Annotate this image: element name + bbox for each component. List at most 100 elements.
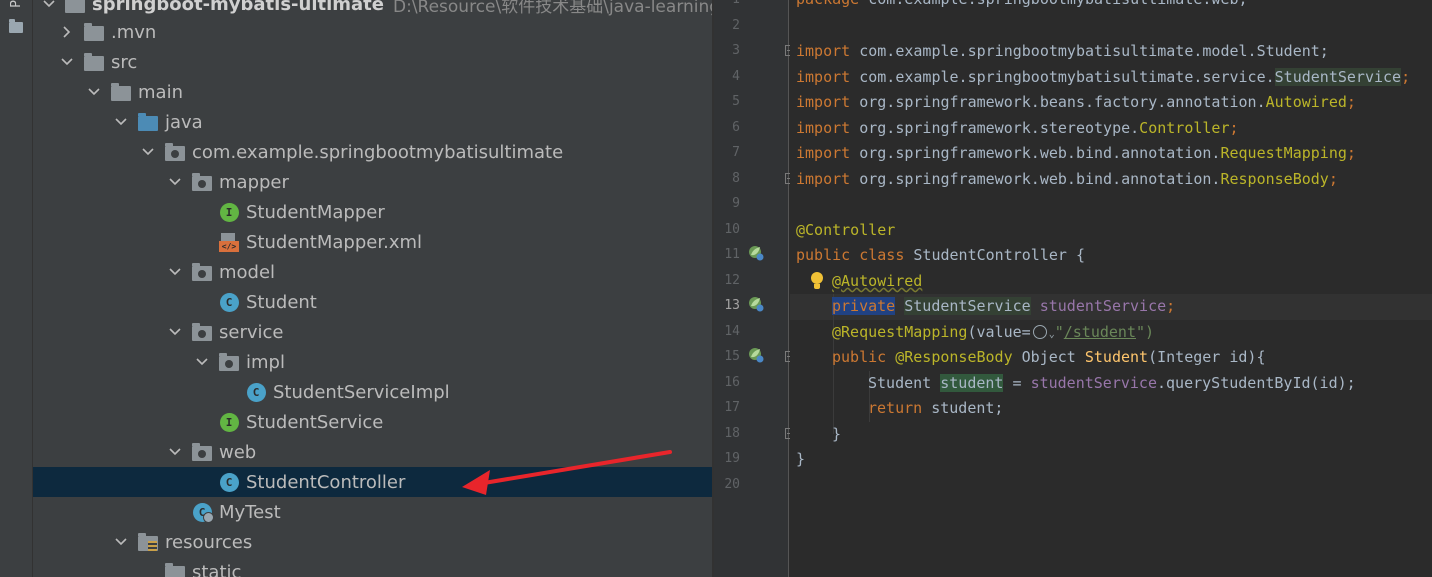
chevron-right-icon[interactable]	[60, 25, 74, 39]
tree-item[interactable]: com.example.springbootmybatisultimate	[33, 137, 713, 167]
tree-item[interactable]: C StudentServiceImpl	[33, 377, 713, 407]
source-folder-icon	[138, 112, 158, 132]
chevron-down-icon[interactable]	[43, 0, 55, 11]
code-line-14[interactable]: @RequestMapping(value= ⌄"/student")	[832, 320, 1154, 346]
tree-item[interactable]: StudentMapper.xml	[33, 227, 713, 257]
tree-item-label: com.example.springbootmybatisultimate	[192, 141, 564, 163]
line-number: 13	[724, 298, 740, 313]
line-number: 11	[724, 247, 740, 262]
resources-folder-icon	[138, 532, 158, 552]
package-icon	[192, 322, 212, 342]
package-icon	[192, 262, 212, 282]
spring-autowired-icon[interactable]	[748, 296, 764, 312]
lightbulb-icon[interactable]	[810, 272, 824, 290]
code-line-6[interactable]: import org.springframework.stereotype.Co…	[796, 116, 1239, 142]
tree-item-label: mapper	[219, 171, 289, 193]
code-line-18[interactable]: }	[832, 422, 841, 448]
tree-item[interactable]: service	[33, 317, 713, 347]
chevron-down-icon[interactable]	[195, 355, 209, 369]
code-line-8[interactable]: import org.springframework.web.bind.anno…	[796, 167, 1338, 193]
line-number: 3	[732, 43, 740, 58]
chevron-down-icon[interactable]	[168, 265, 182, 279]
code-line-1[interactable]: package com.example.springbootmybatisult…	[796, 0, 1248, 13]
tree-item[interactable]: web	[33, 437, 713, 467]
tree-item-label: StudentService	[246, 411, 384, 433]
line-number: 6	[732, 119, 740, 135]
line-number: 20	[724, 476, 740, 492]
project-tool-tab[interactable]: P	[9, 0, 24, 8]
globe-icon[interactable]	[1032, 325, 1047, 339]
line-number: 5	[732, 94, 740, 109]
folder-icon[interactable]	[9, 19, 23, 33]
chevron-down-icon[interactable]	[114, 535, 128, 549]
spring-endpoint-icon[interactable]	[748, 347, 764, 363]
tree-item-label: StudentMapper	[246, 201, 385, 223]
tree-item[interactable]: model	[33, 257, 713, 287]
class-icon: C	[219, 472, 239, 492]
chevron-down-icon[interactable]	[60, 55, 74, 69]
xml-file-icon	[219, 232, 239, 252]
folder-icon	[111, 82, 131, 102]
code-line-19[interactable]: }	[796, 447, 805, 473]
tree-item-label: .mvn	[111, 21, 157, 43]
line-number: 15	[724, 349, 740, 364]
tree-item[interactable]: C MyTest	[33, 497, 713, 527]
folder-icon	[165, 562, 185, 577]
line-number: 2	[732, 17, 740, 33]
tree-item-label: impl	[246, 351, 285, 373]
code-editor[interactable]: package com.example.springbootmybatisult…	[790, 0, 1432, 577]
chevron-down-icon[interactable]	[87, 85, 101, 99]
tree-item[interactable]: impl	[33, 347, 713, 377]
code-line-13[interactable]: private StudentService studentService;	[832, 294, 1175, 320]
code-line-3[interactable]: import com.example.springbootmybatisulti…	[796, 39, 1329, 65]
tree-item-label: src	[111, 51, 138, 73]
root-name: springboot-mybatis-ultimate	[92, 0, 384, 15]
tree-item[interactable]: I StudentService	[33, 407, 713, 437]
editor-gutter[interactable]: 1234567891011121314151617181920	[714, 0, 795, 577]
line-number: 18	[724, 425, 740, 441]
folder-icon	[84, 22, 104, 42]
tree-item[interactable]: mapper	[33, 167, 713, 197]
tree-item-label: MyTest	[219, 501, 281, 523]
chevron-down-icon[interactable]	[168, 445, 182, 459]
chevron-down-icon[interactable]	[168, 175, 182, 189]
package-icon	[192, 172, 212, 192]
line-number: 4	[732, 68, 740, 84]
tree-item[interactable]: resources	[33, 527, 713, 557]
tree-item[interactable]: I StudentMapper	[33, 197, 713, 227]
tree-item[interactable]: main	[33, 77, 713, 107]
tree-item[interactable]: java	[33, 107, 713, 137]
line-number: 14	[724, 323, 740, 339]
code-line-17[interactable]: return student;	[868, 396, 1003, 422]
package-icon	[219, 352, 239, 372]
tree-item[interactable]: src	[33, 47, 713, 77]
line-number: 9	[732, 196, 740, 211]
code-line-5[interactable]: import org.springframework.beans.factory…	[796, 90, 1356, 116]
tree-item[interactable]: C StudentController	[33, 467, 713, 497]
line-number: 12	[724, 272, 740, 288]
project-tree[interactable]: springboot-mybatis-ultimate D:\Resource\…	[33, 0, 713, 577]
chevron-down-icon[interactable]	[168, 325, 182, 339]
line-number: 7	[732, 145, 740, 160]
tree-item[interactable]: C Student	[33, 287, 713, 317]
code-line-4[interactable]: import com.example.springbootmybatisulti…	[796, 65, 1410, 91]
code-line-12[interactable]: @Autowired	[832, 269, 922, 295]
code-line-7[interactable]: import org.springframework.web.bind.anno…	[796, 141, 1356, 167]
tree-item-label: StudentServiceImpl	[273, 381, 450, 403]
tree-item-label: service	[219, 321, 284, 343]
class-icon: C	[246, 382, 266, 402]
chevron-down-icon[interactable]	[114, 115, 128, 129]
code-line-16[interactable]: Student student = studentService.querySt…	[868, 371, 1356, 397]
tree-item[interactable]: static	[33, 557, 713, 577]
tool-window-strip: P	[0, 0, 33, 577]
package-icon	[165, 142, 185, 162]
tree-item[interactable]: .mvn	[33, 17, 713, 47]
code-line-11[interactable]: public class StudentController {	[796, 243, 1085, 269]
code-line-10[interactable]: @Controller	[796, 218, 895, 244]
code-line-15[interactable]: public @ResponseBody Object Student(Inte…	[832, 345, 1266, 371]
test-class-icon: C	[192, 502, 212, 522]
chevron-down-icon[interactable]	[141, 145, 155, 159]
line-number: 1	[714, 0, 740, 13]
spring-bean-icon[interactable]	[748, 245, 764, 261]
line-number: 19	[724, 451, 740, 466]
